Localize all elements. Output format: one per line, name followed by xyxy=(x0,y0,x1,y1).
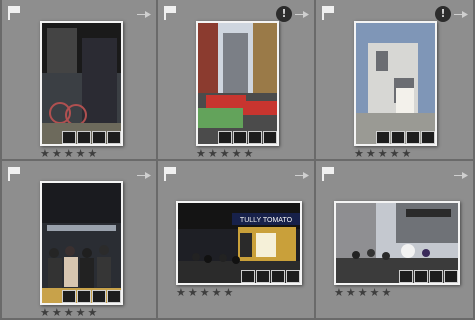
rotate-arrow-icon[interactable] xyxy=(136,8,152,18)
star-icon[interactable]: ★ xyxy=(346,287,356,298)
grid-cell[interactable]: ★ ★ ★ ★ ★ xyxy=(0,0,158,161)
flag-icon[interactable] xyxy=(8,167,20,181)
star-icon[interactable]: ★ xyxy=(52,307,62,318)
star-icon[interactable]: ★ xyxy=(76,307,86,318)
star-icon[interactable]: ★ xyxy=(88,307,98,318)
rating-stars[interactable]: ★ ★ ★ ★ ★ xyxy=(334,287,391,298)
thumbnail-image[interactable] xyxy=(196,21,279,146)
rotate-arrow-icon[interactable] xyxy=(136,169,152,179)
metadata-icon[interactable] xyxy=(77,290,91,303)
crop-icon[interactable] xyxy=(62,290,76,303)
flag-icon[interactable] xyxy=(322,6,334,20)
star-icon[interactable]: ★ xyxy=(188,287,198,298)
alert-badge-icon[interactable]: ! xyxy=(276,6,292,22)
flag-icon[interactable] xyxy=(8,6,20,20)
star-icon[interactable]: ★ xyxy=(212,287,222,298)
adjust-icon[interactable] xyxy=(107,290,121,303)
thumbnail-image[interactable]: TULLY TOMATO xyxy=(176,201,302,285)
rating-stars[interactable]: ★ ★ ★ ★ ★ xyxy=(196,148,253,159)
thumbnail-overlay xyxy=(61,290,121,303)
alert-badge-icon[interactable]: ! xyxy=(435,6,451,22)
grid-cell[interactable]: ★ ★ ★ ★ ★ xyxy=(316,161,475,320)
star-icon[interactable]: ★ xyxy=(358,287,368,298)
thumbnail-image[interactable] xyxy=(354,21,437,146)
adjust-icon[interactable] xyxy=(286,270,300,283)
crop-icon[interactable] xyxy=(62,131,76,144)
rotate-arrow-icon[interactable] xyxy=(453,169,469,179)
rotate-arrow-icon[interactable] xyxy=(453,8,469,18)
crop-icon[interactable] xyxy=(218,131,232,144)
store-sign-text: TULLY TOMATO xyxy=(240,217,293,224)
flag-icon[interactable] xyxy=(164,6,176,20)
thumbnail-overlay xyxy=(61,131,121,144)
flag-icon[interactable] xyxy=(164,167,176,181)
rating-stars[interactable]: ★ ★ ★ ★ ★ xyxy=(354,148,411,159)
rotate-arrow-icon[interactable] xyxy=(294,8,310,18)
metadata-icon[interactable] xyxy=(414,270,428,283)
star-icon[interactable]: ★ xyxy=(334,287,344,298)
keyword-icon[interactable] xyxy=(406,131,420,144)
thumbnail-overlay xyxy=(398,270,458,283)
adjust-icon[interactable] xyxy=(107,131,121,144)
star-icon[interactable]: ★ xyxy=(52,148,62,159)
flag-icon[interactable] xyxy=(322,167,334,181)
keyword-icon[interactable] xyxy=(248,131,262,144)
metadata-icon[interactable] xyxy=(77,131,91,144)
metadata-icon[interactable] xyxy=(233,131,247,144)
crop-icon[interactable] xyxy=(241,270,255,283)
rating-stars[interactable]: ★ ★ ★ ★ ★ xyxy=(176,287,233,298)
thumbnail-image[interactable] xyxy=(40,181,123,305)
rating-stars[interactable]: ★ ★ ★ ★ ★ xyxy=(40,148,97,159)
grid-cell[interactable]: ! ★ ★ ★ ★ ★ xyxy=(316,0,475,161)
metadata-icon[interactable] xyxy=(391,131,405,144)
star-icon[interactable]: ★ xyxy=(366,148,376,159)
star-icon[interactable]: ★ xyxy=(200,287,210,298)
star-icon[interactable]: ★ xyxy=(244,148,254,159)
grid-cell[interactable]: TULLY TOMATO ★ ★ ★ ★ ★ xyxy=(158,161,316,320)
star-icon[interactable]: ★ xyxy=(196,148,206,159)
thumbnail-overlay xyxy=(217,131,277,144)
grid-cell[interactable]: ★ ★ ★ ★ ★ xyxy=(0,161,158,320)
metadata-icon[interactable] xyxy=(256,270,270,283)
star-icon[interactable]: ★ xyxy=(232,148,242,159)
star-icon[interactable]: ★ xyxy=(64,307,74,318)
thumbnail-image[interactable] xyxy=(334,201,460,285)
adjust-icon[interactable] xyxy=(263,131,277,144)
keyword-icon[interactable] xyxy=(429,270,443,283)
star-icon[interactable]: ★ xyxy=(378,148,388,159)
star-icon[interactable]: ★ xyxy=(40,148,50,159)
star-icon[interactable]: ★ xyxy=(382,287,392,298)
star-icon[interactable]: ★ xyxy=(224,287,234,298)
star-icon[interactable]: ★ xyxy=(370,287,380,298)
star-icon[interactable]: ★ xyxy=(390,148,400,159)
star-icon[interactable]: ★ xyxy=(402,148,412,159)
keyword-icon[interactable] xyxy=(92,131,106,144)
adjust-icon[interactable] xyxy=(444,270,458,283)
star-icon[interactable]: ★ xyxy=(88,148,98,159)
star-icon[interactable]: ★ xyxy=(354,148,364,159)
rotate-arrow-icon[interactable] xyxy=(294,169,310,179)
star-icon[interactable]: ★ xyxy=(176,287,186,298)
thumbnail-image[interactable] xyxy=(40,21,123,146)
keyword-icon[interactable] xyxy=(92,290,106,303)
thumbnail-overlay xyxy=(240,270,300,283)
crop-icon[interactable] xyxy=(399,270,413,283)
crop-icon[interactable] xyxy=(376,131,390,144)
filmstrip-grid: ★ ★ ★ ★ ★ ! ★ ★ ★ ★ ★ ! ★ ★ ★ ★ ★ ★ ★ ★ … xyxy=(0,0,475,320)
star-icon[interactable]: ★ xyxy=(40,307,50,318)
star-icon[interactable]: ★ xyxy=(220,148,230,159)
star-icon[interactable]: ★ xyxy=(76,148,86,159)
adjust-icon[interactable] xyxy=(421,131,435,144)
rating-stars[interactable]: ★ ★ ★ ★ ★ xyxy=(40,307,97,318)
star-icon[interactable]: ★ xyxy=(208,148,218,159)
grid-cell[interactable]: ! ★ ★ ★ ★ ★ xyxy=(158,0,316,161)
thumbnail-overlay xyxy=(375,131,435,144)
star-icon[interactable]: ★ xyxy=(64,148,74,159)
keyword-icon[interactable] xyxy=(271,270,285,283)
